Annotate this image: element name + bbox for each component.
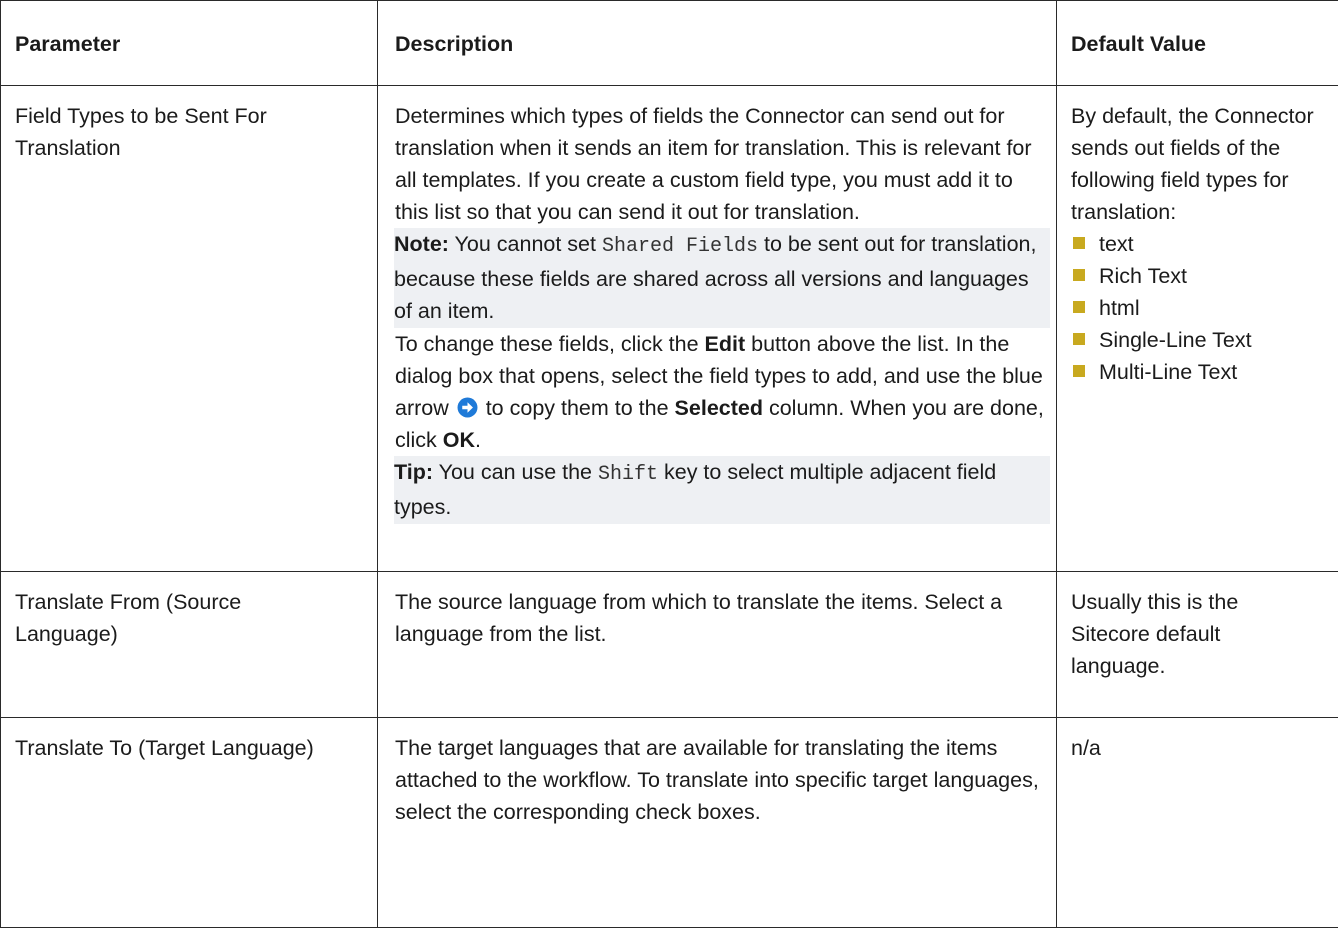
change-instructions: To change these fields, click the Edit b… (395, 328, 1050, 456)
note-text-pre: You cannot set (449, 232, 602, 256)
parameter-cell: Field Types to be Sent For Translation (1, 86, 378, 572)
note-box: Note: You cannot set Shared Fields to be… (394, 228, 1050, 328)
parameter-cell: Translate To (Target Language) (1, 718, 378, 928)
edit-button-ref: Edit (705, 332, 746, 356)
description-cell: The source language from which to transl… (378, 572, 1057, 718)
default-value-cell: Usually this is the Sitecore default lan… (1057, 572, 1338, 718)
tip-label: Tip: (394, 460, 433, 484)
note-code: Shared Fields (602, 235, 758, 258)
field-type-list: text Rich Text html Single-Line Text Mul… (1071, 228, 1334, 388)
square-bullet-icon (1073, 237, 1085, 249)
ok-button-ref: OK (443, 428, 475, 452)
change-text-pre: To change these fields, click the (395, 332, 705, 356)
list-item-label: Single-Line Text (1099, 328, 1252, 352)
list-item: Multi-Line Text (1071, 356, 1334, 388)
list-item-label: Multi-Line Text (1099, 360, 1237, 384)
note-label: Note: (394, 232, 449, 256)
blue-arrow-right-icon (457, 397, 478, 418)
tip-text-pre: You can use the (433, 460, 598, 484)
table-row: Translate To (Target Language) The targe… (1, 718, 1338, 928)
list-item-label: html (1099, 296, 1140, 320)
list-item: text (1071, 228, 1334, 260)
table-header-row: Parameter Description Default Value (1, 1, 1338, 86)
list-item-label: Rich Text (1099, 264, 1187, 288)
header-default-value: Default Value (1057, 1, 1338, 86)
list-item-label: text (1099, 232, 1134, 256)
square-bullet-icon (1073, 301, 1085, 313)
change-text-end: . (475, 428, 481, 452)
header-parameter: Parameter (1, 1, 378, 86)
table-row: Field Types to be Sent For Translation D… (1, 86, 1338, 572)
list-item: Rich Text (1071, 260, 1334, 292)
description-intro: Determines which types of fields the Con… (395, 100, 1050, 228)
default-value-cell: By default, the Connector sends out fiel… (1057, 86, 1338, 572)
parameter-cell: Translate From (Source Language) (1, 572, 378, 718)
square-bullet-icon (1073, 333, 1085, 345)
default-value-cell: n/a (1057, 718, 1338, 928)
list-item: html (1071, 292, 1334, 324)
parameters-table: Parameter Description Default Value Fiel… (0, 0, 1338, 928)
table-row: Translate From (Source Language) The sou… (1, 572, 1338, 718)
change-text-after-arrow: to copy them to the (480, 396, 675, 420)
selected-column-ref: Selected (675, 396, 763, 420)
header-description: Description (378, 1, 1057, 86)
default-intro: By default, the Connector sends out fiel… (1071, 100, 1334, 228)
tip-code: Shift (598, 463, 658, 486)
square-bullet-icon (1073, 269, 1085, 281)
description-cell: The target languages that are available … (378, 718, 1057, 928)
tip-box: Tip: You can use the Shift key to select… (394, 456, 1050, 524)
list-item: Single-Line Text (1071, 324, 1334, 356)
square-bullet-icon (1073, 365, 1085, 377)
description-cell: Determines which types of fields the Con… (378, 86, 1057, 572)
